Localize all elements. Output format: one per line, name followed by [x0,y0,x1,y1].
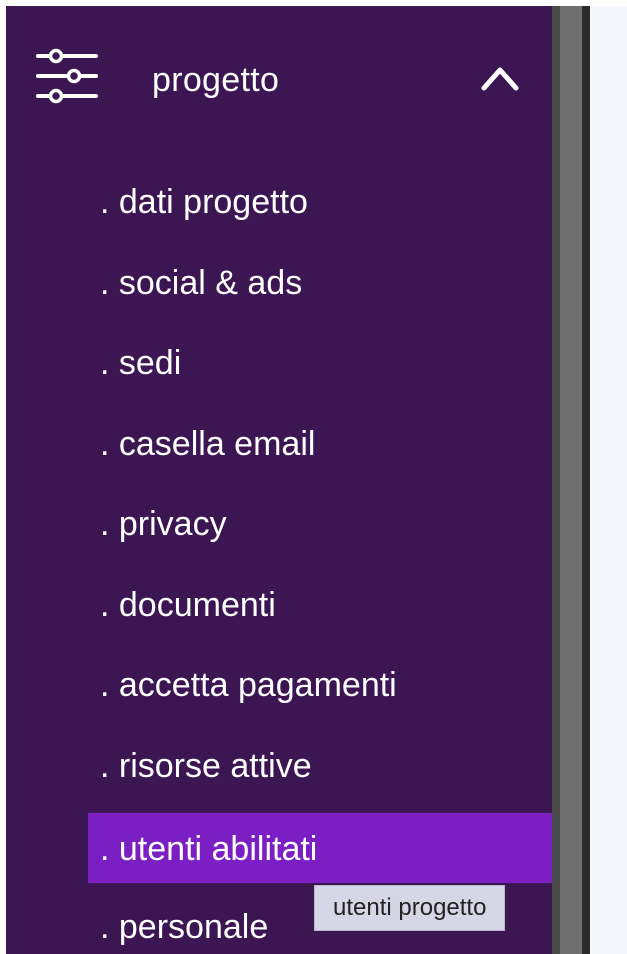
main-content-area [590,6,627,954]
submenu-item-label: . social & ads [100,263,303,302]
tooltip: utenti progetto [314,885,506,931]
sidebar: progetto . dati progetto . social & ads . … [6,6,552,954]
submenu-item-label: . sedi [100,344,182,382]
submenu-item-label: . utenti abilitati [100,830,318,868]
submenu-item[interactable]: . casella email [88,408,552,478]
chevron-up-icon[interactable] [478,60,522,96]
sliders-icon [36,48,98,104]
submenu-item[interactable]: . accetta pagamenti [88,649,552,719]
submenu-item[interactable]: . social & ads [88,247,552,317]
submenu-item-label: . privacy [100,505,227,543]
submenu-item-label: . personale [100,907,269,946]
submenu-item-label: . risorse attive [100,746,312,785]
sidebar-resize-handle[interactable] [560,6,582,954]
submenu-item-label: . documenti [100,585,276,624]
sidebar-border [552,6,560,954]
submenu-item[interactable]: . privacy [88,488,552,558]
submenu-item[interactable]: . sedi [88,327,552,397]
sidebar-section-label: progetto [152,61,280,99]
sidebar-section-progetto[interactable]: progetto [6,36,552,126]
submenu-item[interactable]: . dati progetto [88,166,552,236]
submenu-item-label: . casella email [100,424,316,463]
submenu-item[interactable]: . documenti [88,569,552,639]
submenu-item[interactable]: . risorse attive [88,730,552,800]
submenu-item-label: . accetta pagamenti [100,666,397,704]
submenu-item-label: . dati progetto [100,183,308,221]
submenu-item[interactable]: . utenti abilitati [88,813,552,883]
sidebar-divider-line [582,6,590,954]
